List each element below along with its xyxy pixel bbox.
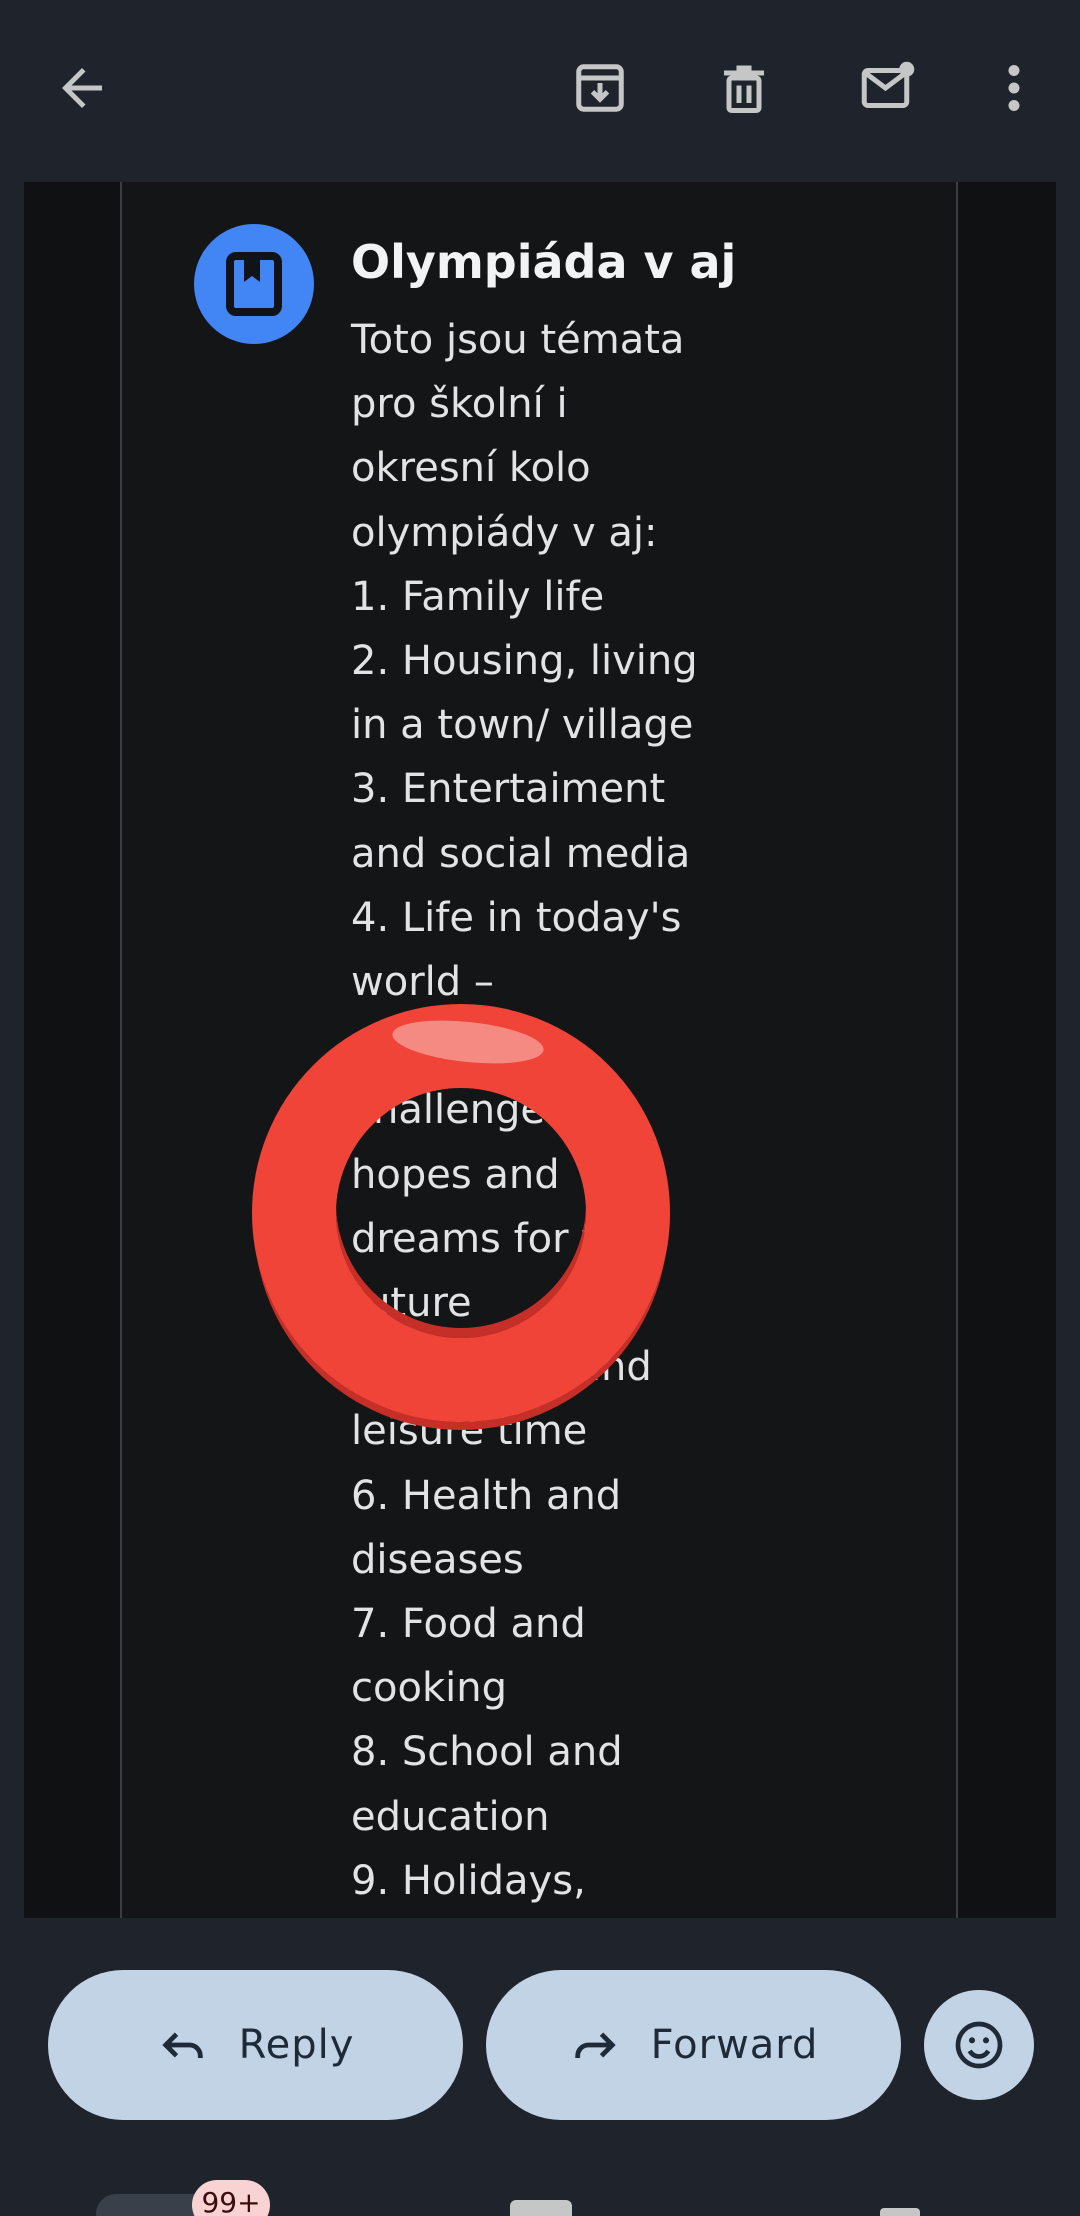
bottom-action-bar: Reply Forward xyxy=(0,1918,1080,2168)
reply-button[interactable]: Reply xyxy=(48,1970,463,2120)
email-view: Olympiáda v aj Toto jsou témata pro škol… xyxy=(0,0,1080,2216)
forward-label: Forward xyxy=(650,2022,819,2068)
more-vert-icon xyxy=(1008,65,1020,111)
reply-icon xyxy=(161,2032,203,2058)
unread-count-badge: 99+ xyxy=(192,2180,270,2216)
post-avatar xyxy=(194,224,314,344)
mark-unread-button[interactable] xyxy=(848,48,928,128)
emoji-react-button[interactable] xyxy=(924,1990,1034,2100)
reply-label: Reply xyxy=(238,2022,355,2068)
more-options-button[interactable] xyxy=(974,48,1054,128)
back-button[interactable] xyxy=(42,48,122,128)
nav-item-meet[interactable] xyxy=(880,2208,920,2216)
bookmark-icon xyxy=(226,252,282,316)
post-body-text: Toto jsou témata pro školní i okresní ko… xyxy=(351,317,698,1904)
email-body[interactable]: Olympiáda v aj Toto jsou témata pro škol… xyxy=(24,182,1056,1918)
archive-icon xyxy=(576,64,624,112)
post-title: Olympiáda v aj xyxy=(351,235,737,289)
mail-unread-icon xyxy=(861,61,915,108)
forward-icon xyxy=(574,2032,616,2058)
emoji-smile-icon xyxy=(955,2021,1003,2069)
forward-button[interactable]: Forward xyxy=(486,1970,901,2120)
top-toolbar xyxy=(0,0,1080,182)
trash-icon xyxy=(724,65,764,113)
nav-item-chat[interactable] xyxy=(510,2200,572,2216)
arrow-left-icon xyxy=(62,68,102,108)
archive-button[interactable] xyxy=(560,48,640,128)
delete-button[interactable] xyxy=(704,48,784,128)
bottom-navigation xyxy=(0,2168,1080,2216)
